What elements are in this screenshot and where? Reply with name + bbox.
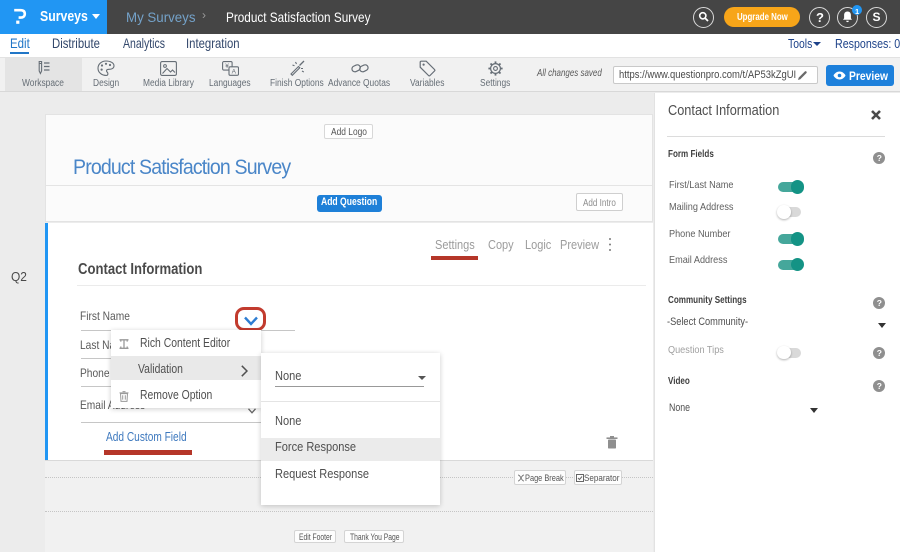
- svg-text:?: ?: [877, 298, 882, 308]
- svg-text:?: ?: [877, 347, 882, 357]
- svg-text:A: A: [232, 69, 237, 76]
- svg-text:¥: ¥: [225, 63, 229, 70]
- svg-text:?: ?: [877, 380, 882, 390]
- svg-text:?: ?: [877, 153, 882, 163]
